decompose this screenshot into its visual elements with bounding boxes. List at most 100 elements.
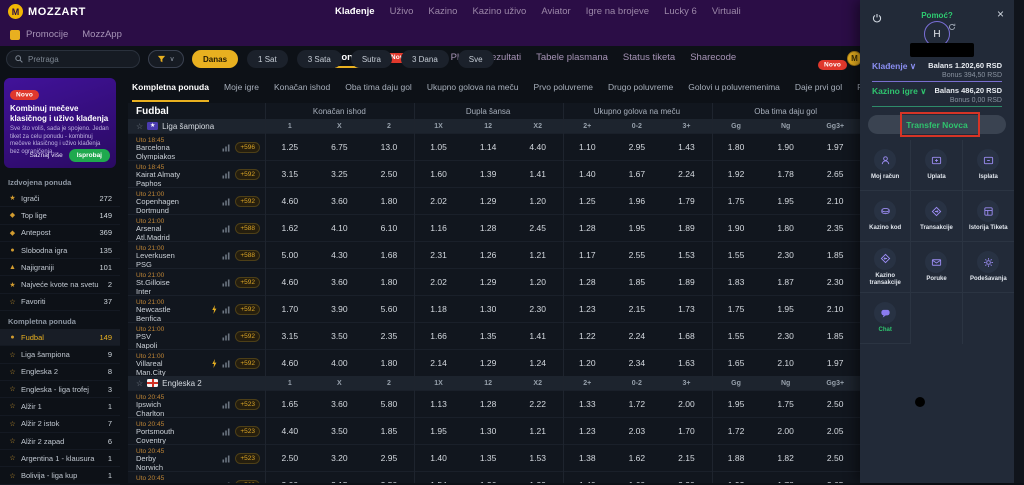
odds-cell[interactable]: 3.50 [315,426,365,436]
match-info[interactable]: Uto 21:00 Copenhagen Dortmund [128,188,265,214]
odds-cell[interactable]: 1.62 [265,223,315,233]
deposit-button[interactable]: Uplata [911,140,962,191]
odds-cell[interactable]: 1.53 [662,250,712,260]
odds-cell[interactable]: 1.25 [562,196,612,206]
sidebar-league-item[interactable]: ☆ Argentina 1 - klausura 1 [0,450,120,467]
odds-cell[interactable]: 1.80 [364,277,414,287]
odds-cell[interactable]: 1.80 [761,223,811,233]
odds-cell[interactable]: 2.30 [761,331,811,341]
odds-cell[interactable]: 1.70 [265,304,315,314]
odds-cell[interactable]: 2.50 [265,453,315,463]
odds-cell[interactable]: 2.15 [612,304,662,314]
odds-cell[interactable]: 2.30 [513,304,563,314]
market-tab[interactable]: Ukupno golova na meču [427,82,519,102]
time-filter-chip[interactable]: Danas [192,50,238,68]
odds-cell[interactable]: 1.25 [265,142,315,152]
odds-cell[interactable]: 3.25 [315,169,365,179]
odds-cell[interactable]: 1.82 [761,453,811,463]
extra-markets-count-badge[interactable]: +592 [235,358,260,369]
odds-cell[interactable]: 1.85 [612,277,662,287]
odds-cell[interactable]: 1.16 [414,223,464,233]
odds-cell[interactable]: 2.03 [612,426,662,436]
odds-cell[interactable]: 1.89 [662,277,712,287]
odds-cell[interactable]: 1.75 [761,399,811,409]
nav-aviator[interactable]: Aviator [541,6,570,17]
chat-button[interactable]: Chat [860,293,911,344]
odds-cell[interactable]: 2.35 [810,223,860,233]
odds-cell[interactable]: 2.15 [662,453,712,463]
odds-cell[interactable]: 2.00 [662,399,712,409]
brand[interactable]: M MOZZART [0,4,86,19]
odds-cell[interactable]: 1.75 [711,196,761,206]
search-input[interactable]: Pretraga [6,50,140,68]
odds-cell[interactable]: 1.20 [562,358,612,368]
match-info[interactable]: Uto 20:45 Preston [128,472,265,483]
extra-markets-count-badge[interactable]: +592 [235,304,260,315]
ticket-history-button[interactable]: Istorija Tiketa [963,191,1014,242]
odds-cell[interactable]: 1.40 [562,169,612,179]
odds-cell[interactable]: 5.00 [265,250,315,260]
odds-cell[interactable]: 1.63 [662,358,712,368]
odds-cell[interactable]: 1.95 [612,223,662,233]
odds-cell[interactable]: 1.65 [711,358,761,368]
filter-button[interactable]: ∨ [148,50,184,68]
odds-cell[interactable]: 4.60 [265,196,315,206]
casino-wallet-toggle[interactable]: Kazino igre ∨ [872,86,926,104]
time-filter-chip[interactable]: Sutra [351,50,392,68]
odds-cell[interactable]: 2.10 [810,196,860,206]
odds-cell[interactable]: 1.95 [414,426,464,436]
favorite-star-icon[interactable]: ☆ [136,379,143,388]
extra-markets-count-badge[interactable]: +588 [235,250,260,261]
odds-cell[interactable]: 6.75 [315,142,365,152]
sidebar-league-item[interactable]: ● Fudbal 149 [0,329,120,346]
odds-cell[interactable]: 1.35 [463,453,513,463]
sidebar-item[interactable]: ★ Najveće kvote na svetu 2 [0,276,120,293]
time-filter-chip[interactable]: Sve [458,50,494,68]
odds-cell[interactable]: 4.40 [265,426,315,436]
odds-cell[interactable]: 1.95 [761,304,811,314]
promo-try-button[interactable]: Isprobaj [69,149,110,162]
odds-cell[interactable]: 1.43 [662,142,712,152]
odds-cell[interactable]: 1.40 [414,453,464,463]
extra-markets-count-badge[interactable]: +592 [235,277,260,288]
statistics-icon[interactable] [222,455,230,463]
odds-cell[interactable]: 2.22 [513,399,563,409]
sidebar-league-item[interactable]: ☆ Engleska - liga trofej 3 [0,381,120,398]
odds-cell[interactable]: 2.50 [810,399,860,409]
nav-kazino-uzivo[interactable]: Kazino uživo [472,6,526,17]
odds-cell[interactable]: 1.28 [463,223,513,233]
odds-cell[interactable]: 1.53 [513,453,563,463]
odds-cell[interactable]: 1.41 [513,331,563,341]
odds-cell[interactable]: 1.05 [414,142,464,152]
odds-cell[interactable]: 2.95 [612,142,662,152]
sidebar-item[interactable]: ● Slobodna igra 135 [0,242,120,259]
odds-cell[interactable]: 3.60 [315,399,365,409]
nav-virtuali[interactable]: Virtuali [712,6,741,17]
odds-cell[interactable]: 1.55 [711,250,761,260]
match-info[interactable]: Uto 21:00 Leverkusen PSG [128,242,265,268]
odds-cell[interactable]: 3.15 [265,331,315,341]
nav-status-tiketa[interactable]: Status tiketa [623,52,675,63]
sidebar-league-item[interactable]: ☆ Liga šampiona 9 [0,346,120,363]
my-account-button[interactable]: Moj račun [860,140,911,191]
odds-cell[interactable]: 1.73 [662,304,712,314]
nav-promocije[interactable]: Promocije [26,29,68,40]
statistics-icon[interactable] [222,401,230,409]
odds-cell[interactable]: 1.67 [612,169,662,179]
match-info[interactable]: Uto 18:45 Barcelona Olympiakos [128,134,265,160]
market-tab[interactable]: Oba tima daju gol [345,82,412,102]
odds-cell[interactable]: 6.10 [364,223,414,233]
odds-cell[interactable]: 1.97 [810,142,860,152]
odds-cell[interactable]: 1.80 [364,358,414,368]
odds-cell[interactable]: 1.88 [711,453,761,463]
odds-cell[interactable]: 2.05 [810,426,860,436]
odds-cell[interactable]: 1.85 [810,331,860,341]
odds-cell[interactable]: 3.60 [315,196,365,206]
statistics-icon[interactable] [222,225,230,233]
odds-cell[interactable]: 1.21 [513,250,563,260]
odds-cell[interactable]: 3.20 [315,453,365,463]
odds-cell[interactable]: 1.80 [364,196,414,206]
sidebar-item[interactable]: ★ Igrači 272 [0,190,120,207]
market-tab[interactable]: Kompletna ponuda [132,82,209,102]
favorite-star-icon[interactable]: ☆ [136,122,143,131]
